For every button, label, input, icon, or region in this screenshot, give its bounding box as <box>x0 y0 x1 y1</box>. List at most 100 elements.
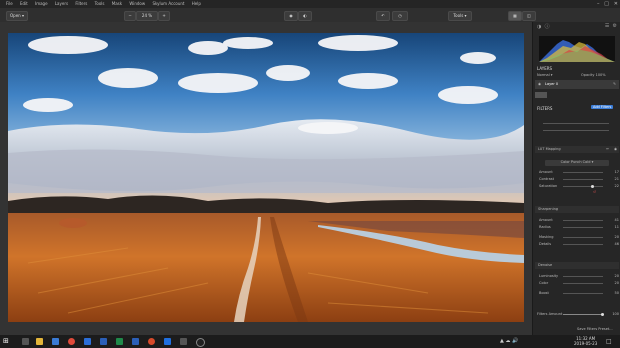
lut-amount-label: Amount <box>539 170 553 174</box>
tools-button[interactable]: Tools ▾ <box>448 11 472 21</box>
preview-eye-icon[interactable]: ◉ <box>284 11 298 21</box>
add-filters-button[interactable]: Add Filters <box>591 105 614 109</box>
layer-edit-icon[interactable]: ✎ <box>613 82 616 86</box>
zoom-select[interactable]: 24 % <box>136 11 158 21</box>
layout-single-icon[interactable]: ▦ <box>508 11 522 21</box>
filters-amount-knob[interactable] <box>601 313 604 316</box>
zoom-label: 24 % <box>141 13 153 18</box>
denoise-boost-label: Boost <box>539 291 549 295</box>
chrome-icon[interactable] <box>68 338 75 345</box>
maximize-icon[interactable]: □ <box>604 1 609 7</box>
menu-mask[interactable]: Mask <box>112 0 122 8</box>
clock[interactable]: 11:32 AM 2019-05-23 <box>574 336 597 346</box>
panel-icons: ◑ ⓘ <box>537 23 550 30</box>
undo-icon[interactable]: ↶ <box>376 11 390 21</box>
layers-title: LAYERS <box>537 66 553 71</box>
windows-start-icon[interactable]: ⊞ <box>3 338 9 345</box>
compare-icon[interactable]: ◐ <box>298 11 312 21</box>
opacity-control[interactable]: Opacity 100% <box>581 73 606 77</box>
sharpening-header[interactable]: Sharpening <box>535 206 619 213</box>
adjust-icon[interactable]: ☰ <box>605 23 609 29</box>
filters-amount-slider[interactable] <box>563 314 603 315</box>
sharp-amount-slider[interactable] <box>563 220 603 221</box>
taskbar <box>0 335 620 348</box>
menu-edit[interactable]: Edit <box>20 0 28 8</box>
histogram-toggle-icon[interactable]: ◑ <box>537 24 541 30</box>
save-filters-preset-button[interactable]: Save Filters Preset... <box>577 327 613 331</box>
opacity-label: Opacity <box>581 73 595 77</box>
app-grey-icon[interactable] <box>180 338 187 345</box>
histogram-graph <box>539 40 615 62</box>
photoshop-icon[interactable] <box>164 338 171 345</box>
menu-file[interactable]: File <box>6 0 13 8</box>
layer-thumbnail[interactable] <box>535 92 547 98</box>
outlook-icon[interactable] <box>132 338 139 345</box>
panel-icons-right: ☰ ⚙ <box>605 23 617 29</box>
lut-contrast-value: 21 <box>614 177 619 181</box>
sharp-masking-slider[interactable] <box>563 237 603 238</box>
blend-mode-select[interactable]: Normal ▾ <box>537 73 553 77</box>
menu-bar: File Edit Image Layers Filters Tools Mas… <box>0 0 620 8</box>
word-icon[interactable] <box>100 338 107 345</box>
menu-filters[interactable]: Filters <box>75 0 87 8</box>
lut-amount-slider[interactable] <box>563 172 603 173</box>
reset-icon[interactable]: ↺ <box>593 190 596 194</box>
menu-window[interactable]: Window <box>129 0 145 8</box>
faded-slider-1[interactable] <box>543 123 609 124</box>
excel-icon[interactable] <box>116 338 123 345</box>
lut-select[interactable]: Color Punch Cold ▾ <box>545 160 609 166</box>
right-panel: ◑ ⓘ ☰ ⚙ LAYERS Normal ▾ Opacity 100% ◉ L… <box>532 22 620 335</box>
luminar-icon[interactable] <box>196 338 205 347</box>
denoise-header[interactable]: Denoise <box>535 262 619 269</box>
layer-row[interactable]: ◉ Layer 0 ✎ <box>535 80 619 89</box>
open-label: Open <box>10 13 21 18</box>
notification-icon[interactable]: □ <box>606 338 612 345</box>
file-explorer-icon[interactable] <box>36 338 43 345</box>
denoise-luminosity-value: 20 <box>614 274 619 278</box>
lut-saturation-knob[interactable] <box>591 185 594 188</box>
lut-mapping-header[interactable]: LUT Mapping ✏ ◉ <box>535 146 619 153</box>
mail-icon[interactable] <box>52 338 59 345</box>
sharp-radius-label: Radius <box>539 225 551 229</box>
zoom-out-button[interactable]: − <box>124 11 136 21</box>
system-tray: ▲ ☁ 🔊 <box>500 338 519 344</box>
clock-date: 2019-05-23 <box>574 341 598 346</box>
menu-skylum-account[interactable]: Skylum Account <box>152 0 184 8</box>
faded-slider-2[interactable] <box>543 130 609 131</box>
lut-amount-value: 17 <box>614 170 619 174</box>
opacity-value: 100% <box>595 73 606 77</box>
denoise-boost-value: 50 <box>614 291 619 295</box>
layer-visibility-icon[interactable]: ◉ <box>538 82 541 86</box>
lut-contrast-slider[interactable] <box>563 179 603 180</box>
denoise-luminosity-slider[interactable] <box>563 276 603 277</box>
denoise-color-slider[interactable] <box>563 283 603 284</box>
denoise-boost-slider[interactable] <box>563 293 603 294</box>
info-icon[interactable]: ⓘ <box>545 24 550 30</box>
open-button[interactable]: Open ▾ <box>6 11 28 21</box>
menu-layers[interactable]: Layers <box>55 0 68 8</box>
window-controls: – □ ✕ <box>597 0 618 8</box>
lut-selected-value: Color Punch Cold <box>560 160 591 164</box>
close-icon[interactable]: ✕ <box>614 1 618 7</box>
menu-image[interactable]: Image <box>35 0 48 8</box>
sharp-details-slider[interactable] <box>563 244 603 245</box>
menu-help[interactable]: Help <box>192 0 201 8</box>
denoise-color-value: 20 <box>614 281 619 285</box>
landscape-photo[interactable] <box>8 33 524 322</box>
history-icon[interactable]: ◷ <box>392 11 408 21</box>
sharp-radius-slider[interactable] <box>563 227 603 228</box>
store-icon[interactable] <box>84 338 91 345</box>
minimize-icon[interactable]: – <box>597 1 600 7</box>
zoom-in-button[interactable]: + <box>158 11 170 21</box>
lut-contrast-label: Contrast <box>539 177 554 181</box>
lut-saturation-slider[interactable] <box>563 186 603 187</box>
task-view-icon[interactable] <box>22 338 29 345</box>
lut-visibility-icon[interactable]: ◉ <box>614 147 617 151</box>
menu-tools[interactable]: Tools <box>95 0 105 8</box>
app-red-icon[interactable] <box>148 338 155 345</box>
toolbar: Open ▾ − 24 % + ◉ ◐ ↶ ◷ Tools ▾ ▦ ◫ <box>0 8 620 23</box>
sharp-masking-label: Masking <box>539 235 554 239</box>
brush-icon[interactable]: ✏ <box>606 147 609 151</box>
layout-panel-icon[interactable]: ◫ <box>522 11 536 21</box>
settings-icon[interactable]: ⚙ <box>613 23 617 29</box>
